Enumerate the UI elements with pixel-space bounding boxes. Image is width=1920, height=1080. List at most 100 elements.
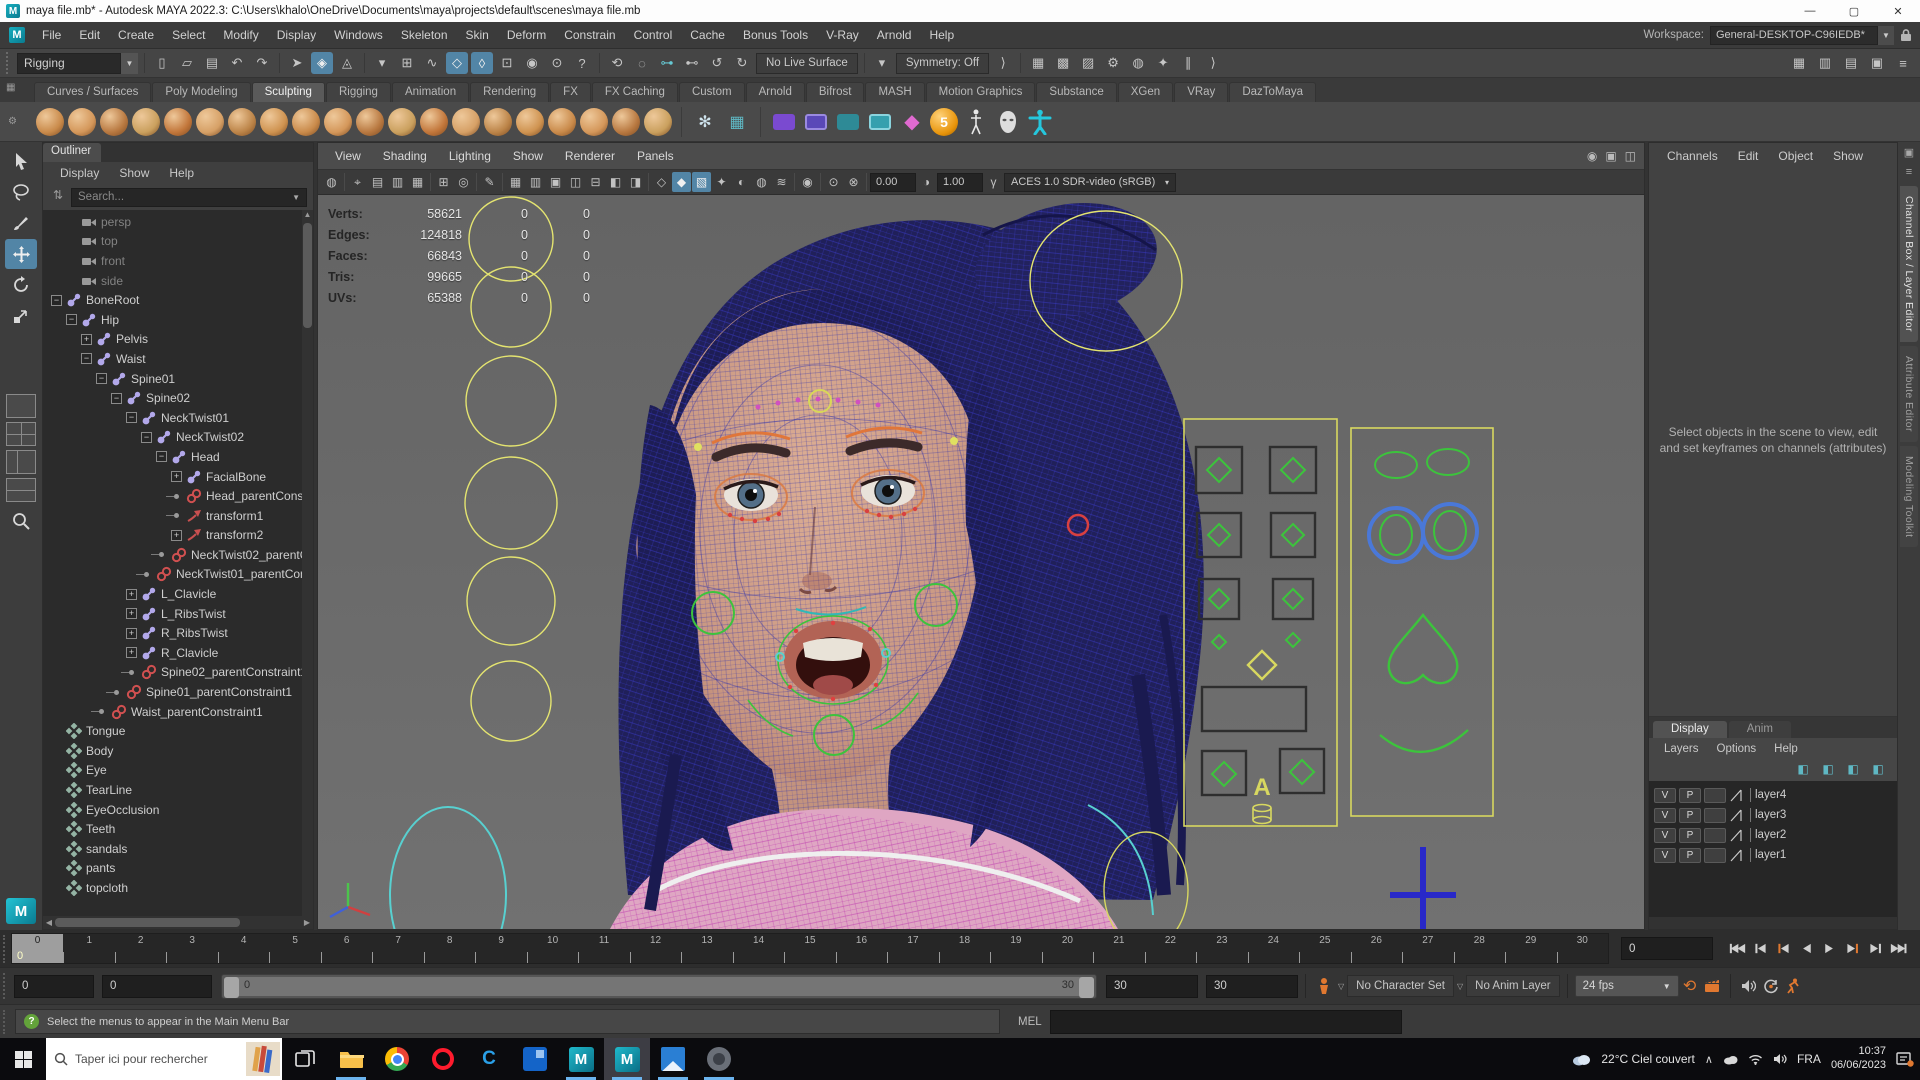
sidebar-tab-channel-box-layer-editor[interactable]: Channel Box / Layer Editor — [1900, 186, 1918, 342]
sidebar-gear-icon[interactable]: ▣ — [1904, 146, 1914, 162]
shelf-tab-curves-surfaces[interactable]: Curves / Surfaces — [34, 82, 151, 102]
viewport-bookmark-icon[interactable]: ▣ — [1605, 149, 1616, 163]
workspace-lock-icon[interactable] — [1900, 28, 1912, 42]
layer-menu-help[interactable]: Help — [1765, 743, 1807, 755]
channel-box-menu-edit[interactable]: Edit — [1728, 149, 1769, 163]
channel-box-menu-channels[interactable]: Channels — [1657, 149, 1728, 163]
outliner-item-transform2[interactable]: +transform2 — [43, 526, 313, 546]
menu-v-ray[interactable]: V-Ray — [817, 22, 868, 48]
grid-toggle-1-icon[interactable]: ▦ — [1788, 52, 1810, 74]
menu-control[interactable]: Control — [625, 22, 682, 48]
command-line-grip[interactable] — [3, 1010, 11, 1034]
select-object-icon[interactable]: ◈ — [311, 52, 333, 74]
taskbar-search-input[interactable]: Taper ici pour rechercher — [46, 1038, 282, 1080]
mouth-open[interactable] — [776, 616, 890, 704]
menu-select[interactable]: Select — [163, 22, 214, 48]
outliner-item-transform1[interactable]: transform1 — [43, 506, 313, 526]
new-scene-icon[interactable]: ▯ — [151, 52, 173, 74]
collapse-icon[interactable]: ⟩ — [992, 52, 1014, 74]
cached-playback-icon[interactable] — [1760, 975, 1782, 997]
save-scene-icon[interactable]: ▤ — [201, 52, 223, 74]
viewport-menu-show[interactable]: Show — [502, 149, 554, 163]
freeze-clear-brush-icon[interactable] — [612, 108, 640, 136]
timeline-frame-10[interactable]: 10 — [527, 934, 578, 963]
taskbar-app-c-ring[interactable]: C — [466, 1038, 512, 1080]
outliner-item-teeth[interactable]: Teeth — [43, 819, 313, 839]
onedrive-icon[interactable] — [1723, 1054, 1738, 1065]
resolution-gate-icon[interactable]: ▣ — [546, 172, 565, 192]
expand-expander-icon[interactable]: + — [81, 334, 92, 345]
clip-icon[interactable] — [802, 108, 830, 136]
animation-start-field[interactable]: 0 — [14, 975, 94, 998]
shelf-tab-substance[interactable]: Substance — [1036, 82, 1116, 102]
layer-playback-toggle[interactable]: P — [1679, 808, 1701, 823]
ipr-render-icon[interactable]: ▨ — [1077, 52, 1099, 74]
layer-playback-toggle[interactable]: P — [1679, 828, 1701, 843]
status-line-grip[interactable] — [6, 52, 12, 74]
input-connections-icon[interactable]: ⊶ — [656, 52, 678, 74]
snap-help-icon[interactable]: ? — [571, 52, 593, 74]
expand-expander-icon[interactable]: + — [171, 530, 182, 541]
layout-single[interactable] — [6, 394, 36, 418]
layer-display-type-toggle[interactable] — [1704, 788, 1726, 803]
range-end-handle[interactable] — [1079, 977, 1094, 998]
taskbar-app-opera[interactable] — [420, 1038, 466, 1080]
go-to-end-button[interactable] — [1888, 938, 1909, 960]
shelf-tab-fx-caching[interactable]: FX Caching — [592, 82, 678, 102]
menu-deform[interactable]: Deform — [498, 22, 555, 48]
playblast-clapper-icon[interactable] — [1701, 975, 1723, 997]
outliner-search-input[interactable]: Search... ▼ — [71, 188, 307, 207]
outliner-item-l_ribstwist[interactable]: +L_RibsTwist — [43, 604, 313, 624]
bulge-brush-icon[interactable] — [516, 108, 544, 136]
character-set-field[interactable]: No Character Set — [1347, 975, 1454, 997]
outliner-item-side[interactable]: side — [43, 271, 313, 291]
purple-camera-icon[interactable] — [770, 108, 798, 136]
menu-help[interactable]: Help — [920, 22, 963, 48]
screen-space-ao-icon[interactable]: ◍ — [752, 172, 771, 192]
layer-editor-tab-display[interactable]: Display — [1653, 721, 1727, 738]
outliner-vertical-scrollbar[interactable]: ▲ — [302, 210, 313, 916]
layer-visibility-toggle[interactable]: V — [1654, 788, 1676, 803]
safe-title-icon[interactable]: ◨ — [626, 172, 645, 192]
outliner-item-spine01[interactable]: −Spine01 — [43, 369, 313, 389]
motion-blur-icon[interactable]: ≋ — [772, 172, 791, 192]
layer-playback-toggle[interactable]: P — [1679, 788, 1701, 803]
imprint-brush-icon[interactable] — [324, 108, 352, 136]
animation-end-field[interactable]: 30 — [1206, 975, 1298, 998]
outliner-item-eyeocclusion[interactable]: EyeOcclusion — [43, 800, 313, 820]
menu-create[interactable]: Create — [109, 22, 163, 48]
step-back-key-button[interactable] — [1773, 938, 1794, 960]
timeline-frame-16[interactable]: 16 — [836, 934, 887, 963]
taskbar-app-task-view[interactable] — [282, 1038, 328, 1080]
taskbar-app-photos[interactable] — [650, 1038, 696, 1080]
close-button[interactable]: ✕ — [1876, 0, 1920, 22]
layout-four[interactable] — [6, 422, 36, 446]
layout-persp-outliner[interactable] — [6, 450, 36, 474]
timeline-frame-4[interactable]: 4 — [218, 934, 269, 963]
timeline-frame-11[interactable]: 11 — [578, 934, 629, 963]
teal-clip-icon[interactable] — [866, 108, 894, 136]
outliner-item-necktwist01_parentconstraint1[interactable]: NeckTwist01_parentConstraint1 — [43, 565, 313, 585]
shelf-tab-xgen[interactable]: XGen — [1118, 82, 1173, 102]
teal-camera-icon[interactable] — [834, 108, 862, 136]
use-all-lights-icon[interactable]: ✦ — [712, 172, 731, 192]
timeline-frame-8[interactable]: 8 — [424, 934, 475, 963]
viewport-menu-lighting[interactable]: Lighting — [438, 149, 502, 163]
scroll-up-icon[interactable]: ▲ — [302, 210, 313, 222]
menu-edit[interactable]: Edit — [70, 22, 109, 48]
textured-icon[interactable]: ▧ — [692, 172, 711, 192]
gamma-icon[interactable]: γ — [984, 172, 1003, 192]
symmetry-field[interactable]: Symmetry: Off — [896, 53, 989, 74]
layer-menu-options[interactable]: Options — [1708, 743, 1766, 755]
two-d-pan-zoom-icon[interactable]: ⊞ — [434, 172, 453, 192]
safe-action-icon[interactable]: ◧ — [606, 172, 625, 192]
move-layer-down-icon[interactable]: ◧ — [1819, 762, 1837, 778]
view-transform-dropdown[interactable]: ACES 1.0 SDR-video (sRGB)▾ — [1004, 173, 1176, 192]
collapse-expander-icon[interactable]: − — [66, 314, 77, 325]
construction-history-icon[interactable]: ⟲ — [606, 52, 628, 74]
go-to-start-button[interactable] — [1727, 938, 1748, 960]
outliner-item-head_parentconstraint1[interactable]: Head_parentConstraint1 — [43, 486, 313, 506]
symmetry-dropdown-icon[interactable]: ▾ — [871, 52, 893, 74]
timeline-frame-21[interactable]: 21 — [1093, 934, 1144, 963]
shadows-icon[interactable]: ◐ — [732, 172, 751, 192]
